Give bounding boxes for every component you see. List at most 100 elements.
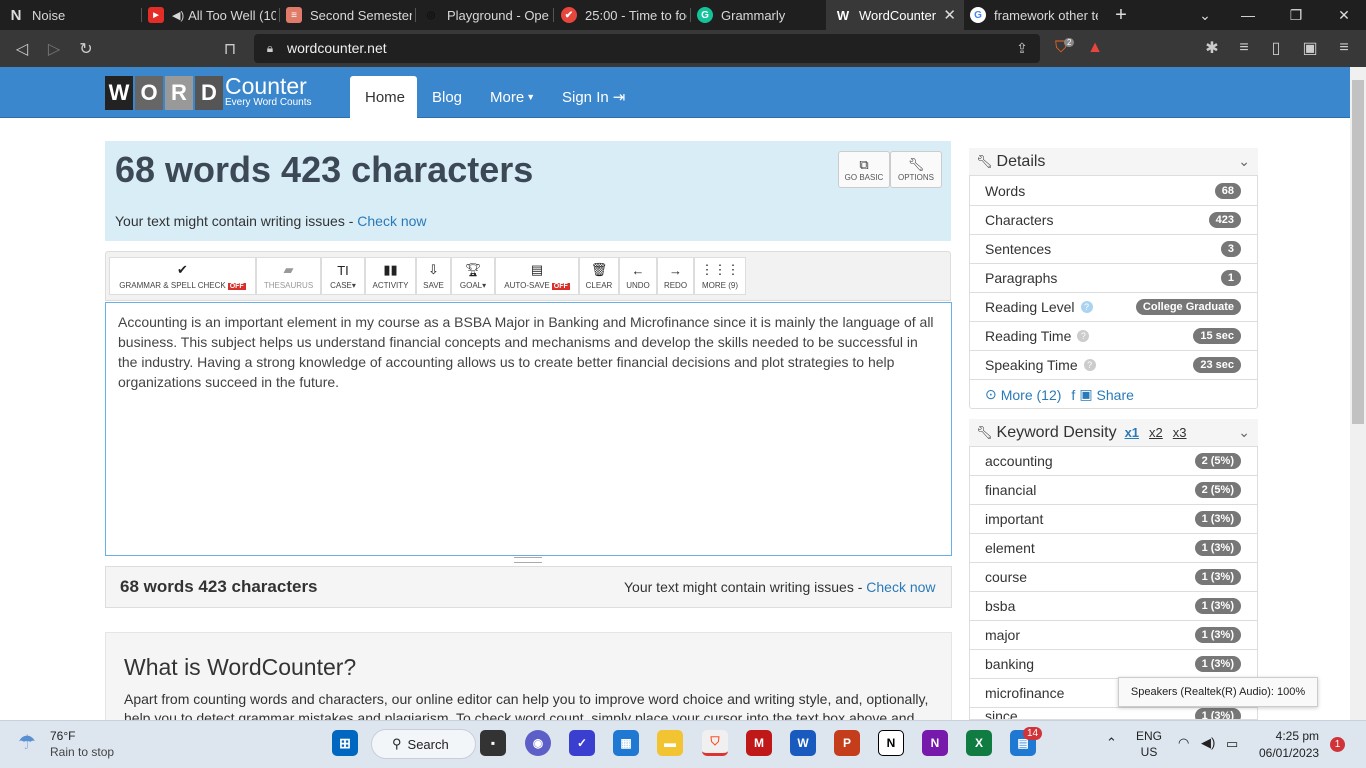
share-link[interactable]: Share — [1097, 387, 1134, 403]
close-tab-icon[interactable]: ✕ — [943, 6, 956, 24]
tab-pomodoro[interactable]: ✔ 25:00 - Time to foc — [561, 0, 687, 30]
language-indicator[interactable]: ENG US — [1136, 729, 1162, 759]
tab-noise[interactable]: N Noise — [8, 0, 144, 30]
weather-temp[interactable]: 76°F — [50, 729, 75, 743]
grammar-check-button[interactable]: ✔ GRAMMAR & SPELL CHECK OFF — [109, 257, 256, 295]
chevron-down-icon[interactable]: ⌄ — [1238, 424, 1250, 441]
undo-button[interactable]: ← UNDO — [619, 257, 657, 295]
notion-icon[interactable]: N — [878, 730, 904, 756]
task-view-icon[interactable]: ▪ — [480, 730, 506, 756]
activity-button[interactable]: ▮▮ ACTIVITY — [365, 257, 416, 295]
onenote-icon[interactable]: N — [922, 730, 948, 756]
tab-playground[interactable]: ◎ Playground - Open — [423, 0, 549, 30]
resize-handle[interactable] — [514, 557, 542, 563]
more-details-link[interactable]: More (12) — [1001, 387, 1062, 403]
chevron-down-icon[interactable]: ⌄ — [1238, 153, 1250, 170]
keyword-count-badge: 1 (3%) — [1194, 656, 1241, 672]
detail-value-badge: 23 sec — [1193, 357, 1241, 373]
scrollbar-thumb[interactable] — [1352, 80, 1364, 424]
help-icon[interactable]: ? — [1077, 330, 1090, 342]
nav-signin[interactable]: Sign In ⇥ — [562, 76, 625, 118]
go-basic-button[interactable]: ⧉ GO BASIC — [838, 151, 890, 188]
playlist-icon[interactable]: ≡ — [1233, 37, 1255, 59]
tab-wordcounter[interactable]: W WordCounter ✕ — [826, 0, 964, 30]
app-icon[interactable]: ✓ — [569, 730, 595, 756]
back-icon[interactable]: ◁ — [11, 38, 33, 60]
url-text[interactable]: wordcounter.net — [287, 40, 387, 56]
excel-icon[interactable]: X — [966, 730, 992, 756]
tab-second-semester[interactable]: ≡ Second Semester P — [286, 0, 412, 30]
notification-badge[interactable]: 1 — [1330, 737, 1345, 752]
tab-youtube[interactable]: ▶ ◀) All Too Well (10 — [148, 0, 276, 30]
taskbar-search[interactable]: ⚲ Search — [371, 729, 476, 759]
nav-home[interactable]: Home — [350, 76, 417, 118]
mcafee-icon[interactable]: M — [746, 730, 772, 756]
teams-chat-icon[interactable]: ◉ — [525, 730, 551, 756]
nav-blog[interactable]: Blog — [432, 76, 462, 118]
close-window-icon[interactable]: ✕ — [1324, 0, 1364, 30]
share-icon[interactable]: ⇪ — [1011, 37, 1033, 59]
microsoft-store-icon[interactable]: ▦ — [613, 730, 639, 756]
footer-check-now-link[interactable]: Check now — [866, 579, 935, 595]
bookmark-icon[interactable]: ⊓ — [219, 38, 241, 60]
file-explorer-icon[interactable]: ▬ — [657, 730, 683, 756]
help-icon[interactable]: ? — [1083, 359, 1096, 371]
goal-button[interactable]: 🏆︎ GOAL▾ — [451, 257, 495, 295]
word-icon[interactable]: W — [790, 730, 816, 756]
powerpoint-icon[interactable]: P — [834, 730, 860, 756]
wallet-icon[interactable]: ▣ — [1299, 37, 1321, 59]
restore-icon[interactable]: ❐ — [1276, 0, 1316, 30]
battery-icon[interactable]: ▭ — [1226, 736, 1238, 752]
menu-icon[interactable]: ≡ — [1333, 37, 1355, 59]
minimize-icon[interactable]: — — [1228, 0, 1268, 30]
redo-button[interactable]: → REDO — [657, 257, 694, 295]
nav-more[interactable]: More ▼ — [490, 76, 535, 118]
clock[interactable]: 4:25 pm 06/01/2023 — [1259, 729, 1319, 760]
chevron-up-icon[interactable]: ⌃ — [1106, 735, 1117, 751]
thesaurus-button[interactable]: ▰ THESAURUS — [256, 257, 321, 295]
density-x3-link[interactable]: x3 — [1173, 425, 1187, 440]
brave-browser-icon[interactable]: ⛉ — [702, 730, 728, 756]
keyword-count-badge: 1 (3%) — [1194, 569, 1241, 585]
reload-icon[interactable]: ↻ — [75, 38, 97, 60]
twitter-icon[interactable]: ▣ — [1079, 386, 1092, 403]
density-x1-link[interactable]: x1 — [1125, 425, 1139, 440]
save-button[interactable]: ⇩ SAVE — [416, 257, 451, 295]
sidebar-icon[interactable]: ▯ — [1265, 37, 1287, 59]
auto-save-button[interactable]: ▤ AUTO-SAVE OFF — [495, 257, 579, 295]
keyword-count-badge: 2 (5%) — [1194, 482, 1241, 498]
facebook-icon[interactable]: f — [1071, 387, 1075, 403]
case-button[interactable]: TI CASE▾ — [321, 257, 365, 295]
keyword-density-header[interactable]: 🔧︎ Keyword Density x1 x2 x3 ⌄ — [969, 419, 1258, 447]
logo-text[interactable]: Counter Every Word Counts — [225, 74, 312, 108]
detail-value-badge: 423 — [1208, 212, 1241, 228]
tab-label: WordCounter — [859, 7, 937, 23]
tab-search-chevron-icon[interactable]: ⌄ — [1185, 0, 1225, 30]
wrench-icon: 🔧︎ — [907, 157, 925, 172]
options-label: OPTIONS — [897, 173, 934, 182]
brave-rewards-icon[interactable]: ▲ — [1084, 37, 1106, 59]
forward-icon[interactable]: ▷ — [43, 38, 65, 60]
rain-cloud-icon[interactable]: ☂ — [18, 730, 36, 755]
site-logo[interactable]: W O R D — [105, 76, 223, 110]
text-editor[interactable]: Accounting is an important element in my… — [105, 302, 952, 556]
details-header[interactable]: 🔧︎ Details ⌄ — [969, 148, 1258, 176]
keyword-label: microfinance — [985, 685, 1065, 701]
clear-button[interactable]: 🗑︎ CLEAR — [579, 257, 619, 295]
detail-value-badge: 68 — [1214, 183, 1241, 199]
keyword-count-badge: 1 (3%) — [1194, 540, 1241, 556]
volume-icon[interactable]: ◀) — [1201, 735, 1215, 751]
wifi-icon[interactable]: ◠ — [1178, 735, 1189, 751]
new-tab-button[interactable]: + — [1101, 0, 1141, 30]
save-label: SAVE — [423, 281, 444, 290]
tab-google-framework[interactable]: Gframework other te — [970, 0, 1098, 30]
check-now-link[interactable]: Check now — [357, 213, 426, 229]
density-x2-link[interactable]: x2 — [1149, 425, 1163, 440]
options-button[interactable]: 🔧︎ OPTIONS — [890, 151, 942, 188]
extensions-icon[interactable]: ✱ — [1201, 37, 1223, 59]
help-icon[interactable]: ? — [1080, 301, 1093, 313]
more-tools-button[interactable]: ⋮⋮⋮ MORE (9) — [694, 257, 746, 295]
tab-grammarly[interactable]: G Grammarly — [697, 0, 823, 30]
weather-desc[interactable]: Rain to stop — [50, 745, 114, 759]
windows-start-icon[interactable]: ⊞ — [332, 730, 358, 756]
